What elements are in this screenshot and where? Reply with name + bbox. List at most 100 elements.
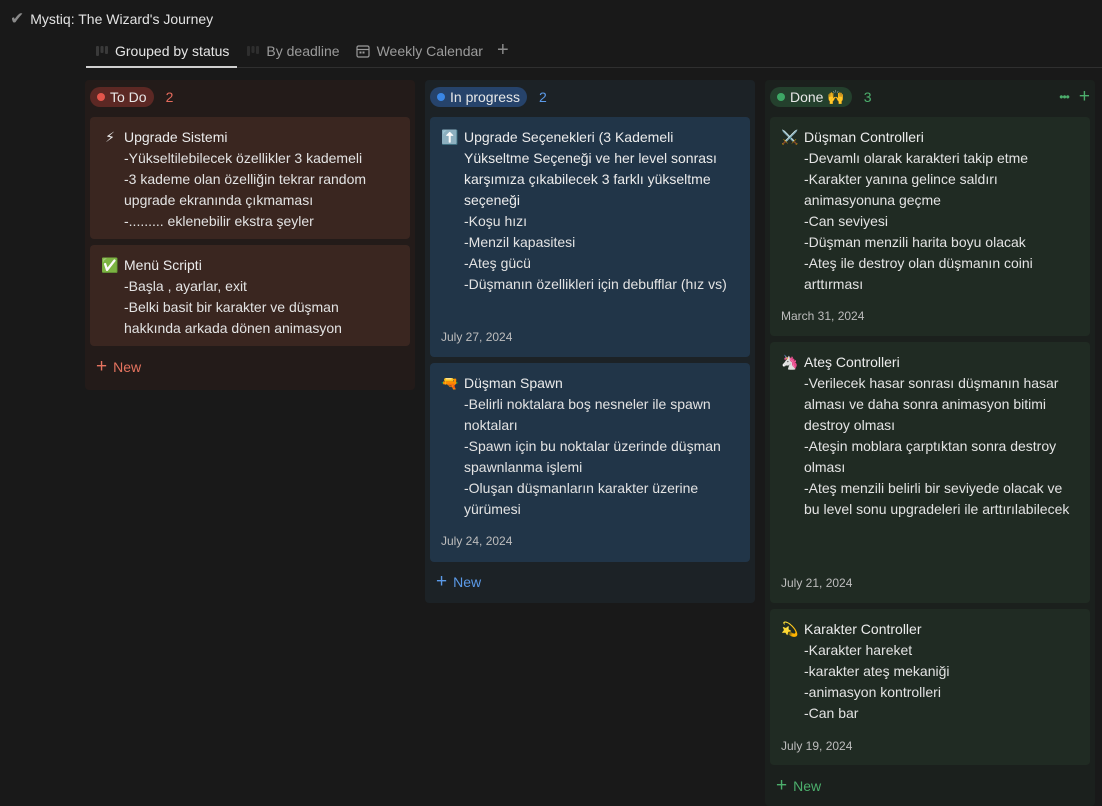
lightning-icon: ⚡ — [105, 129, 115, 145]
card-title-row: ⬆️ Upgrade Seçenekleri (3 Kademeli Yükse… — [441, 127, 739, 211]
more-options-icon[interactable]: ••• — [1059, 90, 1070, 104]
card-line: -Ateş menzili belirli bir seviyede olaca… — [804, 480, 1070, 517]
card-dusman-spawn[interactable]: 🔫 Düşman Spawn -Belirli noktalara boş ne… — [430, 363, 750, 562]
plus-icon: + — [776, 775, 788, 796]
card-line: -Oluşan düşmanların karakter üzerine yür… — [464, 480, 699, 517]
card-title: Düşman Spawn — [464, 375, 563, 391]
column-in-progress: In progress 2 ⬆️ Upgrade Seçenekleri (3 … — [425, 80, 755, 603]
card-date: July 19, 2024 — [781, 739, 853, 753]
status-dot-icon — [777, 93, 785, 101]
card-line: -Belirli noktalara boş nesneler ile spaw… — [464, 396, 711, 433]
up-arrow-icon: ⬆️ — [441, 129, 459, 145]
card-title-row: ⚡ Upgrade Sistemi — [101, 127, 399, 148]
new-card-button-in-progress[interactable]: + New — [436, 571, 482, 592]
card-line: -Ateşin moblara çarptıktan sonra destroy… — [804, 438, 1057, 475]
card-title-row: 🔫 Düşman Spawn — [441, 373, 739, 394]
card-title: Ateş Controlleri — [804, 354, 900, 370]
column-count: 3 — [863, 89, 872, 105]
board-icon — [94, 43, 109, 58]
tab-label: Weekly Calendar — [376, 42, 483, 59]
card-date: July 21, 2024 — [781, 576, 853, 590]
card-line: -animasyon kontrolleri — [804, 684, 941, 700]
card-line: -Spawn için bu noktalar üzerinde düşman … — [464, 438, 721, 475]
unicorn-icon: 🦄 — [781, 354, 799, 370]
column-header: Done 🙌 3 ••• + — [770, 86, 1090, 108]
status-label: Done 🙌 — [790, 88, 845, 105]
card-line: -karakter ateş mekaniği — [804, 663, 950, 679]
card-line: -Ateş ile destroy olan düşmanın coini ar… — [804, 255, 1033, 292]
card-date: July 24, 2024 — [441, 534, 513, 548]
card-line: -Düşmanın özellikleri için debufflar (hı… — [464, 276, 727, 292]
card-title: Karakter Controller — [804, 621, 922, 637]
card-dusman-controlleri[interactable]: ⚔️ Düşman Controlleri -Devamlı olarak ka… — [770, 117, 1090, 336]
card-line: -Can bar — [804, 705, 859, 721]
card-title: Düşman Controlleri — [804, 129, 924, 145]
card-line: -Koşu hızı — [464, 213, 528, 229]
card-line: -Belki basit bir karakter ve düşman hakk… — [124, 299, 342, 336]
column-done: Done 🙌 3 ••• + ⚔️ Düşman Controlleri -De… — [765, 80, 1095, 806]
column-count: 2 — [165, 89, 174, 105]
card-line: -Verilecek hasar sonrası düşmanın hasar … — [804, 375, 1059, 433]
status-badge-todo[interactable]: To Do — [90, 87, 154, 107]
card-title-row: ✅ Menü Scripti — [101, 255, 399, 276]
new-card-button-done[interactable]: + New — [776, 775, 822, 796]
column-header: In progress 2 — [430, 86, 750, 108]
card-title: Upgrade Sistemi — [124, 129, 228, 145]
card-ates-controlleri[interactable]: 🦄 Ateş Controlleri -Verilecek hasar sonr… — [770, 342, 1090, 603]
tab-label: By deadline — [266, 42, 340, 59]
column-todo: To Do 2 ⚡ Upgrade Sistemi -Yükseltilebil… — [85, 80, 415, 390]
page-header: ✔ Mystiq: The Wizard's Journey — [10, 10, 213, 28]
card-date: July 27, 2024 — [441, 330, 513, 344]
column-actions: ••• + — [1059, 86, 1090, 108]
card-line: -Başla , ayarlar, exit — [124, 278, 247, 294]
card-line: -Devamlı olarak karakteri takip etme — [804, 150, 1029, 166]
card-line: -Can seviyesi — [804, 213, 889, 229]
board-icon — [245, 43, 260, 58]
card-title: Menü Scripti — [124, 257, 202, 273]
card-title-row: ⚔️ Düşman Controlleri — [781, 127, 1079, 148]
card-line: -Düşman menzili harita boyu olacak — [804, 234, 1026, 250]
new-label: New — [113, 359, 142, 375]
plus-icon: + — [96, 356, 108, 377]
status-label: To Do — [110, 89, 147, 105]
column-count: 2 — [539, 89, 547, 105]
status-dot-icon — [97, 93, 105, 101]
card-menu-scripti[interactable]: ✅ Menü Scripti -Başla , ayarlar, exit -B… — [90, 245, 410, 346]
new-label: New — [793, 778, 822, 794]
status-label: In progress — [450, 89, 521, 105]
plus-icon: + — [436, 571, 448, 592]
add-view-button[interactable]: + — [491, 34, 515, 67]
new-label: New — [453, 574, 482, 590]
water-gun-icon: 🔫 — [441, 375, 459, 391]
add-card-icon[interactable]: + — [1079, 86, 1090, 108]
new-card-button-todo[interactable]: + New — [96, 356, 142, 377]
crossed-swords-icon: ⚔️ — [781, 129, 799, 145]
card-upgrade-secenekleri[interactable]: ⬆️ Upgrade Seçenekleri (3 Kademeli Yükse… — [430, 117, 750, 357]
checkmark-icon: ✔ — [10, 9, 25, 28]
calendar-icon — [356, 43, 371, 58]
tab-grouped-by-status[interactable]: Grouped by status — [86, 34, 238, 68]
card-upgrade-sistemi[interactable]: ⚡ Upgrade Sistemi -Yükseltilebilecek öze… — [90, 117, 410, 239]
tab-by-deadline[interactable]: By deadline — [237, 34, 347, 67]
tab-label: Grouped by status — [115, 42, 230, 59]
card-line: -......... eklenebilir ekstra şeyler — [124, 213, 314, 229]
column-header: To Do 2 — [90, 86, 410, 108]
card-date: March 31, 2024 — [781, 309, 865, 323]
card-line: -Ateş gücü — [464, 255, 531, 271]
dizzy-star-icon: 💫 — [781, 621, 799, 637]
card-line: -Menzil kapasitesi — [464, 234, 576, 250]
tab-weekly-calendar[interactable]: Weekly Calendar — [348, 34, 491, 67]
status-badge-in-progress[interactable]: In progress — [430, 87, 528, 107]
card-title-row: 🦄 Ateş Controlleri — [781, 352, 1079, 373]
card-karakter-controller[interactable]: 💫 Karakter Controller -Karakter hareket … — [770, 609, 1090, 765]
status-dot-icon — [437, 93, 445, 101]
card-line: -Yükseltilebilecek özellikler 3 kademeli — [124, 150, 363, 166]
card-line: -3 kademe olan özelliğin tekrar random u… — [124, 171, 367, 208]
card-line: -Karakter yanına gelince saldırı animasy… — [804, 171, 998, 208]
card-title-row: 💫 Karakter Controller — [781, 619, 1079, 640]
card-title: Upgrade Seçenekleri (3 Kademeli Yükseltm… — [464, 129, 717, 208]
view-tabs: Grouped by status By deadline Weekly Cal… — [86, 34, 1102, 68]
status-badge-done[interactable]: Done 🙌 — [770, 87, 852, 107]
check-box-icon: ✅ — [101, 257, 119, 273]
page-title[interactable]: Mystiq: The Wizard's Journey — [30, 11, 213, 27]
